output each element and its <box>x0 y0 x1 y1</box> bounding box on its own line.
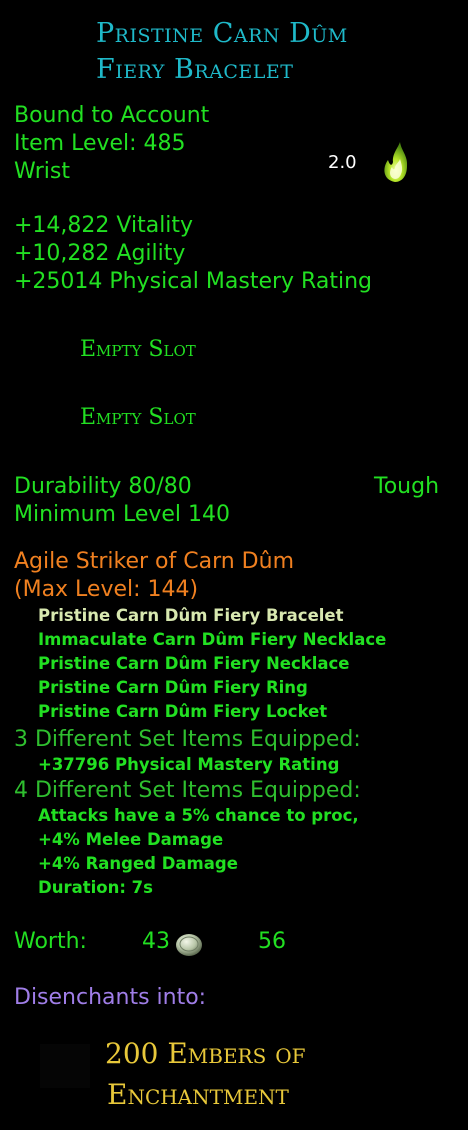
item-name-line1: Pristine Carn Dûm <box>96 18 348 49</box>
set-bonus-4-line-2: +4% Melee Damage <box>38 830 224 849</box>
set-piece-1: Pristine Carn Dûm Fiery Bracelet <box>38 606 344 625</box>
set-bonus-4-line-4: Duration: 7s <box>38 878 153 897</box>
empty-slot-1: Empty Slot <box>80 337 196 362</box>
stat-vitality: +14,822 Vitality <box>14 213 194 238</box>
item-name-line2: Fiery Bracelet <box>96 54 294 85</box>
empty-slot-2: Empty Slot <box>80 405 196 430</box>
disenchant-result-line2: Enchantment <box>107 1078 289 1111</box>
bind-status: Bound to Account <box>14 103 210 128</box>
silver-coin-icon <box>174 930 204 958</box>
set-piece-3: Pristine Carn Dûm Fiery Necklace <box>38 654 350 673</box>
minimum-level: Minimum Level 140 <box>14 502 231 527</box>
set-max-level: (Max Level: 144) <box>14 577 199 602</box>
set-bonus-4-line-3: +4% Ranged Damage <box>38 854 238 873</box>
set-name: Agile Striker of Carn Dûm <box>14 549 294 574</box>
durability-type: Tough <box>374 474 440 499</box>
set-bonus-4-line-1: Attacks have a 5% chance to proc, <box>38 806 359 825</box>
set-bonus-4-header: 4 Different Set Items Equipped: <box>14 778 361 803</box>
set-piece-4: Pristine Carn Dûm Fiery Ring <box>38 678 308 697</box>
worth-copper: 56 <box>258 929 286 954</box>
item-level: Item Level: 485 <box>14 131 186 156</box>
set-bonus-3-header: 3 Different Set Items Equipped: <box>14 727 361 752</box>
set-piece-2: Immaculate Carn Dûm Fiery Necklace <box>38 630 387 649</box>
worth-label: Worth: <box>14 929 87 954</box>
set-bonus-3-line: +37796 Physical Mastery Rating <box>38 755 340 774</box>
ember-icon <box>40 1044 90 1088</box>
disenchant-result-line1: 200 Embers of <box>105 1037 306 1070</box>
disenchant-label: Disenchants into: <box>14 985 207 1010</box>
green-flame-icon <box>378 140 412 184</box>
worth-silver: 43 <box>142 929 170 954</box>
stat-physical-mastery: +25014 Physical Mastery Rating <box>14 269 372 294</box>
item-slot: Wrist <box>14 159 71 184</box>
durability: Durability 80/80 <box>14 474 192 499</box>
set-piece-5: Pristine Carn Dûm Fiery Locket <box>38 702 328 721</box>
essence-value: 2.0 <box>328 152 357 173</box>
stat-agility: +10,282 Agility <box>14 241 186 266</box>
